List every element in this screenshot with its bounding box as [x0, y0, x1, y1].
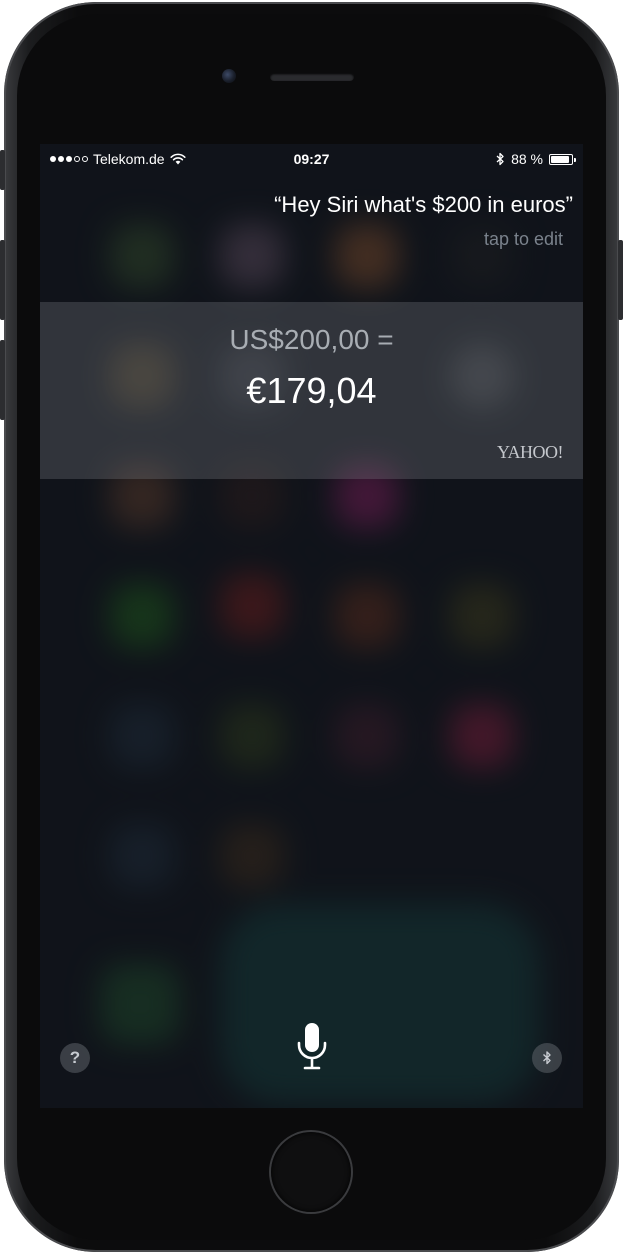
front-camera [222, 69, 236, 83]
currency-conversion-card: US$200,00 = €179,04 YAHOO! [40, 302, 583, 479]
yahoo-logo: YAHOO! [497, 442, 564, 462]
volume-up-button [0, 240, 5, 320]
help-button[interactable]: ? [60, 1043, 90, 1073]
home-button[interactable] [271, 1132, 351, 1212]
bluetooth-icon [543, 1051, 551, 1065]
siri-query-text[interactable]: “Hey Siri what's $200 in euros” [274, 192, 573, 218]
screen: Telekom.de 09:27 88 % “Hey Siri what's $… [40, 144, 583, 1108]
volume-down-button [0, 340, 5, 420]
siri-mic-button[interactable] [295, 1022, 329, 1074]
status-bar: Telekom.de 09:27 88 % [40, 144, 583, 174]
power-button [618, 240, 623, 320]
bluetooth-status-icon [496, 152, 504, 166]
battery-level-fill [551, 155, 569, 163]
bluetooth-button[interactable] [532, 1043, 562, 1073]
tap-to-edit-hint[interactable]: tap to edit [484, 229, 563, 250]
battery-icon [549, 153, 576, 165]
conversion-result-amount: €179,04 [246, 370, 377, 411]
battery-percentage: 88 % [511, 151, 543, 167]
mute-switch [0, 150, 5, 190]
conversion-from-amount: US$200,00 = [229, 324, 394, 355]
microphone-icon [297, 1023, 327, 1070]
earpiece-speaker [270, 73, 354, 81]
dim-overlay [40, 144, 583, 1108]
